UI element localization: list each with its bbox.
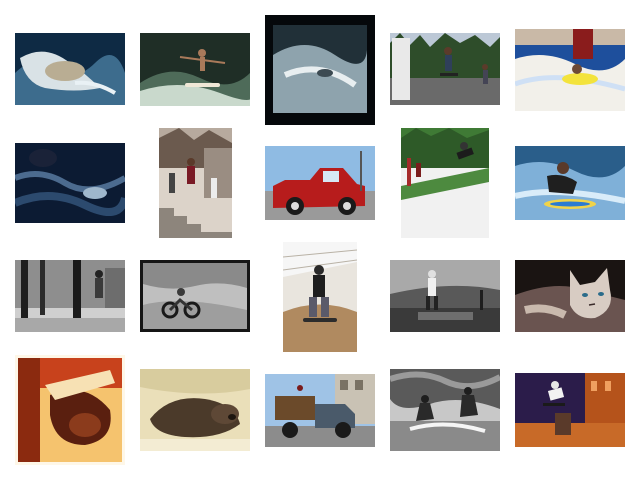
ramp-trick-image: [401, 128, 489, 238]
thumbnail-street-skate-bw[interactable]: [390, 260, 500, 332]
thumbnail-ramp-trick[interactable]: [401, 128, 489, 238]
bodyboard-image: [515, 29, 625, 111]
thumbnail-cat[interactable]: [515, 260, 625, 332]
bw-splash-skate-image: [390, 369, 500, 451]
surf-crash-image: [15, 33, 125, 105]
image-grid: [0, 0, 640, 480]
stairs-skate-image: [159, 128, 232, 238]
red-truck-image: [265, 146, 375, 220]
thumbnail-red-truck[interactable]: [265, 146, 375, 220]
thumbnail-river-surf[interactable]: [265, 15, 375, 125]
cat-image: [515, 260, 625, 332]
dirt-bike-image: [140, 260, 250, 332]
thumbnail-bw-skate-trees[interactable]: [15, 260, 125, 332]
dark-water-image: [15, 143, 125, 223]
old-truck-image: [265, 374, 375, 447]
street-skate-bw-image: [390, 260, 500, 332]
bw-skate-trees-image: [15, 260, 125, 332]
thumbnail-bw-splash-skate[interactable]: [390, 369, 500, 451]
thumbnail-night-skate[interactable]: [515, 373, 625, 447]
river-surf-image: [265, 15, 375, 125]
thumbnail-bodyboard[interactable]: [515, 29, 625, 111]
thumbnail-dirt-bike[interactable]: [140, 260, 250, 332]
thumbnail-surfer-board[interactable]: [515, 146, 625, 220]
thumbnail-stairs-skate[interactable]: [159, 128, 232, 238]
skate-jump-image: [390, 33, 500, 105]
surfer-board-image: [515, 146, 625, 220]
night-skate-image: [515, 373, 625, 447]
thumbnail-dark-water[interactable]: [15, 143, 125, 223]
thumbnail-surf-crash[interactable]: [15, 33, 125, 105]
skatepark-indoor-image: [283, 242, 357, 352]
thumbnail-warm-portrait[interactable]: [15, 355, 125, 465]
thumbnail-sleeping-bear[interactable]: [140, 369, 250, 451]
thumbnail-skate-jump[interactable]: [390, 33, 500, 105]
sleeping-bear-image: [140, 369, 250, 451]
thumbnail-surf-wave[interactable]: [140, 33, 250, 106]
thumbnail-skatepark-indoor[interactable]: [283, 242, 357, 352]
thumbnail-old-truck[interactable]: [265, 374, 375, 447]
warm-portrait-image: [15, 355, 125, 465]
surf-wave-image: [140, 33, 250, 106]
